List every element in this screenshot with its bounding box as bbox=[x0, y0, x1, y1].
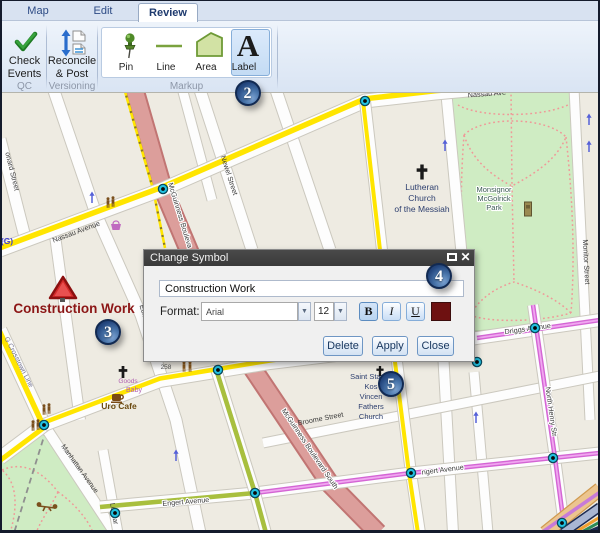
svg-text:Fathers: Fathers bbox=[358, 402, 384, 411]
svg-text:258: 258 bbox=[161, 364, 172, 371]
svg-text:Vincen: Vincen bbox=[360, 392, 383, 401]
svg-text:Goods: Goods bbox=[118, 378, 138, 385]
svg-text:of the Messiah: of the Messiah bbox=[394, 204, 450, 214]
svg-text:Park: Park bbox=[486, 203, 502, 212]
svg-text:Baby: Baby bbox=[126, 387, 142, 394]
svg-text:Kos: Kos bbox=[365, 382, 378, 391]
svg-text:McGolrick: McGolrick bbox=[477, 194, 511, 203]
svg-text:Church: Church bbox=[359, 412, 383, 421]
svg-text:Lutheran: Lutheran bbox=[405, 182, 439, 192]
svg-text:Monsignor: Monsignor bbox=[476, 185, 512, 194]
svg-text:Church: Church bbox=[408, 193, 436, 203]
svg-text:(G): (G) bbox=[2, 236, 13, 246]
svg-text:Construction Work: Construction Work bbox=[13, 301, 135, 316]
